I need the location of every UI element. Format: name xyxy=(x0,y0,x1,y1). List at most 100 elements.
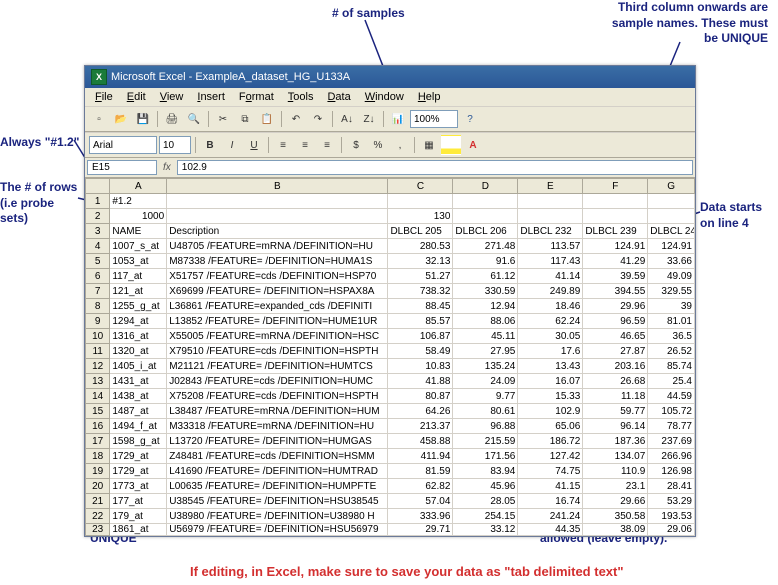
row-header[interactable]: 8 xyxy=(86,299,110,314)
cell[interactable]: L00635 /FEATURE= /DEFINITION=HUMPFTE xyxy=(167,479,388,494)
cell[interactable]: X51757 /FEATURE=cds /DEFINITION=HSP70 xyxy=(167,269,388,284)
cell[interactable]: DLBCL 239 xyxy=(583,224,648,239)
cell[interactable]: 61.12 xyxy=(453,269,518,284)
cell[interactable]: 16.74 xyxy=(518,494,583,509)
row-header[interactable]: 2 xyxy=(86,209,110,224)
cell[interactable]: 30.05 xyxy=(518,329,583,344)
cell[interactable]: X75208 /FEATURE=cds /DEFINITION=HSPTH xyxy=(167,389,388,404)
cell[interactable]: 32.13 xyxy=(388,254,453,269)
underline-button[interactable]: U xyxy=(244,135,264,155)
row-header[interactable]: 1 xyxy=(86,194,110,209)
cell[interactable]: 124.91 xyxy=(648,239,695,254)
cell[interactable]: 29.06 xyxy=(648,524,695,536)
cell[interactable]: 85.57 xyxy=(388,314,453,329)
cell[interactable]: 53.29 xyxy=(648,494,695,509)
cell[interactable]: 29.71 xyxy=(388,524,453,536)
cell[interactable]: NAME xyxy=(110,224,167,239)
sheet-table[interactable]: A B C D E F G 1#1.2210001303NAMEDescript… xyxy=(85,178,695,536)
row-header[interactable]: 6 xyxy=(86,269,110,284)
cell[interactable]: 41.88 xyxy=(388,374,453,389)
cell[interactable]: 117.43 xyxy=(518,254,583,269)
cell[interactable]: 78.77 xyxy=(648,419,695,434)
copy-button[interactable]: ⧉ xyxy=(235,109,255,129)
cell[interactable]: X69699 /FEATURE= /DEFINITION=HSPAX8A xyxy=(167,284,388,299)
cell[interactable]: 1494_f_at xyxy=(110,419,167,434)
cell[interactable]: 85.74 xyxy=(648,359,695,374)
cell[interactable]: 102.9 xyxy=(518,404,583,419)
font-name-box[interactable]: Arial xyxy=(89,136,157,154)
cell[interactable]: 179_at xyxy=(110,509,167,524)
menu-format[interactable]: Format xyxy=(233,90,280,104)
cell[interactable]: DLBCL 206 xyxy=(453,224,518,239)
cell[interactable]: 127.42 xyxy=(518,449,583,464)
cell[interactable]: L13720 /FEATURE= /DEFINITION=HUMGAS xyxy=(167,434,388,449)
cell[interactable]: 80.87 xyxy=(388,389,453,404)
cell[interactable]: 333.96 xyxy=(388,509,453,524)
row-header[interactable]: 17 xyxy=(86,434,110,449)
cell[interactable]: Description xyxy=(167,224,388,239)
cell[interactable]: 33.12 xyxy=(453,524,518,536)
save-button[interactable]: 💾 xyxy=(133,109,153,129)
cell[interactable]: DLBCL 205 xyxy=(388,224,453,239)
cell[interactable]: 249.89 xyxy=(518,284,583,299)
align-right-button[interactable]: ≡ xyxy=(317,135,337,155)
cell[interactable]: 10.83 xyxy=(388,359,453,374)
fill-color-button[interactable] xyxy=(441,135,461,155)
cut-button[interactable]: ✂ xyxy=(213,109,233,129)
cell[interactable] xyxy=(518,209,583,224)
cell[interactable] xyxy=(583,194,648,209)
cell[interactable] xyxy=(167,194,388,209)
zoom-box[interactable]: 100% xyxy=(410,110,458,128)
font-color-button[interactable]: A xyxy=(463,135,483,155)
cell[interactable]: 330.59 xyxy=(453,284,518,299)
cell[interactable]: 1405_i_at xyxy=(110,359,167,374)
cell[interactable]: L36861 /FEATURE=expanded_cds /DEFINITI xyxy=(167,299,388,314)
menu-file[interactable]: File xyxy=(89,90,119,104)
cell[interactable]: 117_at xyxy=(110,269,167,284)
cell[interactable]: 81.01 xyxy=(648,314,695,329)
row-header[interactable]: 16 xyxy=(86,419,110,434)
row-header[interactable]: 22 xyxy=(86,509,110,524)
cell[interactable]: M21121 /FEATURE= /DEFINITION=HUMTCS xyxy=(167,359,388,374)
cell[interactable]: 64.26 xyxy=(388,404,453,419)
currency-button[interactable]: $ xyxy=(346,135,366,155)
cell[interactable]: 186.72 xyxy=(518,434,583,449)
cell[interactable]: 88.06 xyxy=(453,314,518,329)
align-center-button[interactable]: ≡ xyxy=(295,135,315,155)
preview-button[interactable]: 🔍 xyxy=(184,109,204,129)
cell[interactable]: 15.33 xyxy=(518,389,583,404)
col-header-G[interactable]: G xyxy=(648,179,695,194)
cell[interactable]: 271.48 xyxy=(453,239,518,254)
cell[interactable]: 1320_at xyxy=(110,344,167,359)
cell[interactable]: 51.27 xyxy=(388,269,453,284)
cell[interactable]: 38.09 xyxy=(583,524,648,536)
row-header[interactable]: 12 xyxy=(86,359,110,374)
cell[interactable]: 241.24 xyxy=(518,509,583,524)
cell[interactable]: L13852 /FEATURE= /DEFINITION=HUME1UR xyxy=(167,314,388,329)
cell[interactable]: 1431_at xyxy=(110,374,167,389)
cell[interactable]: 33.66 xyxy=(648,254,695,269)
cell[interactable]: DLBCL 240 xyxy=(648,224,695,239)
cell[interactable]: 80.61 xyxy=(453,404,518,419)
cell[interactable]: 329.55 xyxy=(648,284,695,299)
cell[interactable]: 130 xyxy=(388,209,453,224)
cell[interactable]: 1598_g_at xyxy=(110,434,167,449)
row-header[interactable]: 7 xyxy=(86,284,110,299)
menu-window[interactable]: Window xyxy=(359,90,410,104)
cell[interactable]: 411.94 xyxy=(388,449,453,464)
cell[interactable] xyxy=(388,194,453,209)
row-header[interactable]: 18 xyxy=(86,449,110,464)
cell[interactable]: 458.88 xyxy=(388,434,453,449)
cell[interactable]: M33318 /FEATURE=mRNA /DEFINITION=HU xyxy=(167,419,388,434)
cell[interactable]: 74.75 xyxy=(518,464,583,479)
cell[interactable] xyxy=(167,209,388,224)
col-header-C[interactable]: C xyxy=(388,179,453,194)
cell[interactable]: 213.37 xyxy=(388,419,453,434)
redo-button[interactable]: ↷ xyxy=(308,109,328,129)
cell[interactable]: 350.58 xyxy=(583,509,648,524)
cell[interactable]: 177_at xyxy=(110,494,167,509)
row-header[interactable]: 10 xyxy=(86,329,110,344)
cell[interactable]: 26.52 xyxy=(648,344,695,359)
cell[interactable]: 45.96 xyxy=(453,479,518,494)
grid[interactable]: A B C D E F G 1#1.2210001303NAMEDescript… xyxy=(85,178,695,536)
